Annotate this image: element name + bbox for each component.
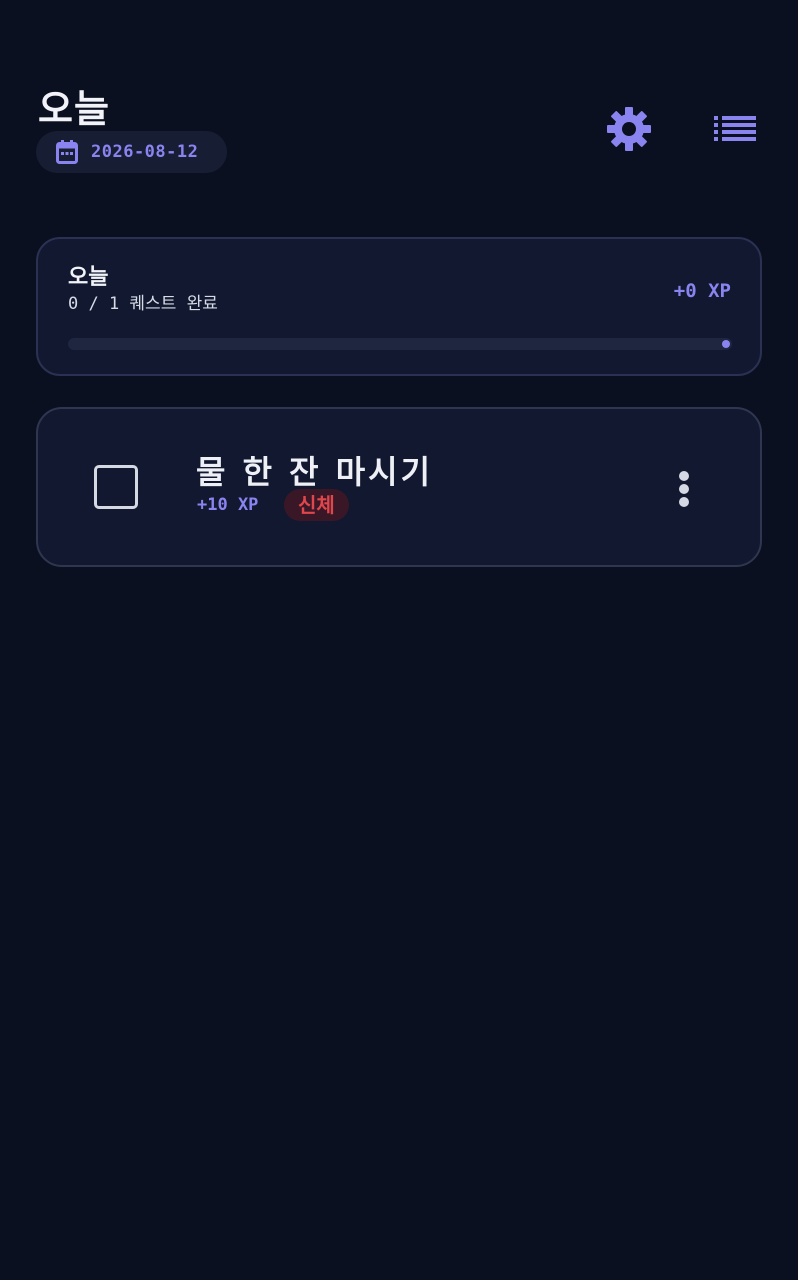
- list-icon: [714, 116, 756, 146]
- category-badge: 신체: [284, 489, 349, 521]
- summary-title: 오늘: [68, 265, 109, 290]
- progress-end-dot: [722, 340, 730, 348]
- list-menu-button[interactable]: [709, 105, 761, 157]
- gear-icon: [607, 107, 651, 155]
- more-options-button[interactable]: [668, 465, 700, 513]
- quest-title: 물 한 잔 마시기: [196, 453, 434, 491]
- today-screen: 오늘 2026-08-12 오늘 0 / 1 퀘스트 완료 +0 XP 물 한 …: [0, 0, 798, 1280]
- settings-button[interactable]: [603, 105, 655, 157]
- quest-card[interactable]: 물 한 잔 마시기 +10 XP 신체: [36, 407, 762, 567]
- more-vert-icon: [679, 471, 689, 481]
- more-vert-icon: [679, 497, 689, 507]
- earned-xp: +0 XP: [673, 280, 731, 302]
- date-label: 2026-08-12: [91, 142, 199, 162]
- calendar-icon: [56, 140, 78, 164]
- quest-checkbox[interactable]: [94, 465, 138, 509]
- header: 오늘 2026-08-12: [36, 86, 762, 178]
- quest-xp: +10 XP: [197, 495, 259, 515]
- progress-bar: [68, 338, 732, 350]
- date-chip[interactable]: 2026-08-12: [36, 131, 227, 173]
- quest-progress-text: 0 / 1 퀘스트 완료: [68, 294, 218, 314]
- more-vert-icon: [679, 484, 689, 494]
- daily-summary-card: 오늘 0 / 1 퀘스트 완료 +0 XP: [36, 237, 762, 376]
- page-title: 오늘: [38, 87, 110, 131]
